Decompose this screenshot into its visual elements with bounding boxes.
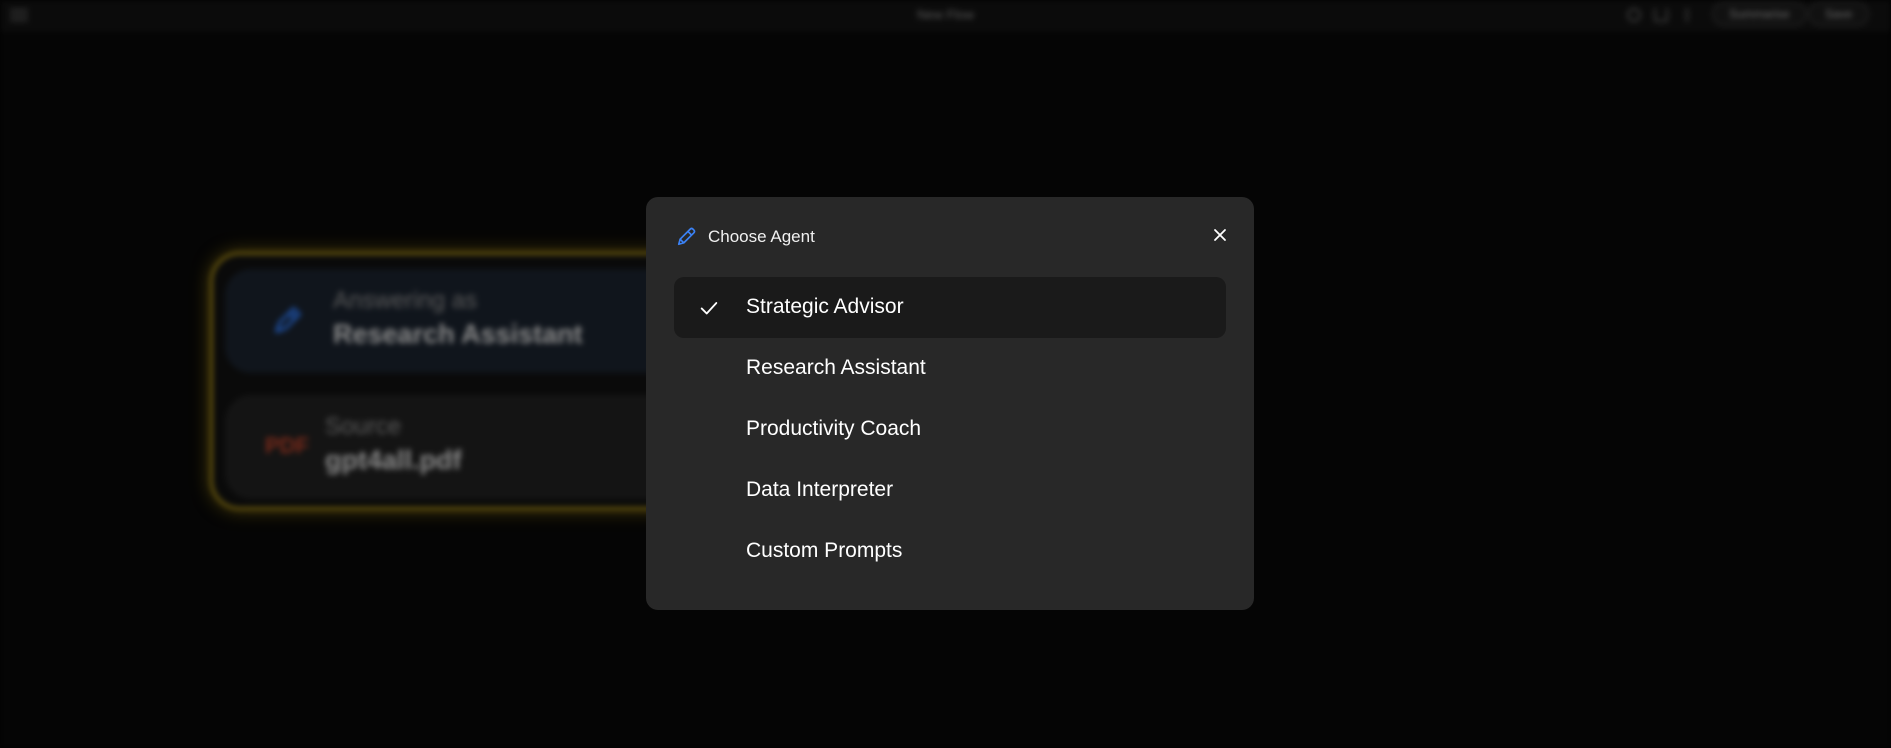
pdf-icon: PDF — [265, 433, 309, 458]
agent-row-label: Answering as — [333, 287, 478, 314]
check-icon — [700, 302, 718, 315]
source-row-label: Source — [325, 413, 402, 440]
settings-icon[interactable] — [1627, 8, 1641, 22]
agent-option-data-interpreter[interactable]: Data Interpreter — [674, 460, 1226, 521]
summarise-button[interactable]: Summarise — [1712, 2, 1807, 26]
modal-title: Choose Agent — [708, 227, 815, 246]
modal-header: Choose Agent — [646, 197, 1254, 267]
agent-option-label: Strategic Advisor — [746, 295, 904, 318]
agent-option-productivity-coach[interactable]: Productivity Coach — [674, 399, 1226, 460]
choose-agent-modal: Choose Agent Strategic Advisor Research … — [646, 197, 1254, 610]
agent-option-strategic-advisor[interactable]: Strategic Advisor — [674, 277, 1226, 338]
document-title: New Flow — [916, 7, 975, 22]
save-button[interactable]: Save — [1808, 2, 1870, 26]
pen-icon — [677, 227, 696, 246]
agent-option-label: Data Interpreter — [746, 478, 894, 501]
download-icon[interactable] — [1654, 8, 1668, 22]
agent-row-value: Research Assistant — [333, 319, 583, 349]
agent-list: Strategic Advisor Research Assistant Pro… — [674, 277, 1226, 582]
agent-option-label: Research Assistant — [746, 356, 926, 379]
source-row-value: gpt4all.pdf — [325, 445, 462, 475]
agent-option-label: Productivity Coach — [746, 417, 922, 440]
agent-option-research-assistant[interactable]: Research Assistant — [674, 338, 1226, 399]
agent-option-label: Custom Prompts — [746, 539, 903, 562]
share-icon[interactable] — [1686, 8, 1700, 22]
agent-option-custom-prompts[interactable]: Custom Prompts — [674, 521, 1226, 582]
agent-row[interactable]: Answering as Research Assistant — [225, 269, 705, 373]
source-row[interactable]: PDF Source gpt4all.pdf — [225, 395, 705, 499]
pen-icon — [275, 307, 301, 333]
top-bar: New Flow Summarise Save — [0, 0, 1891, 30]
close-icon[interactable] — [1208, 223, 1232, 247]
